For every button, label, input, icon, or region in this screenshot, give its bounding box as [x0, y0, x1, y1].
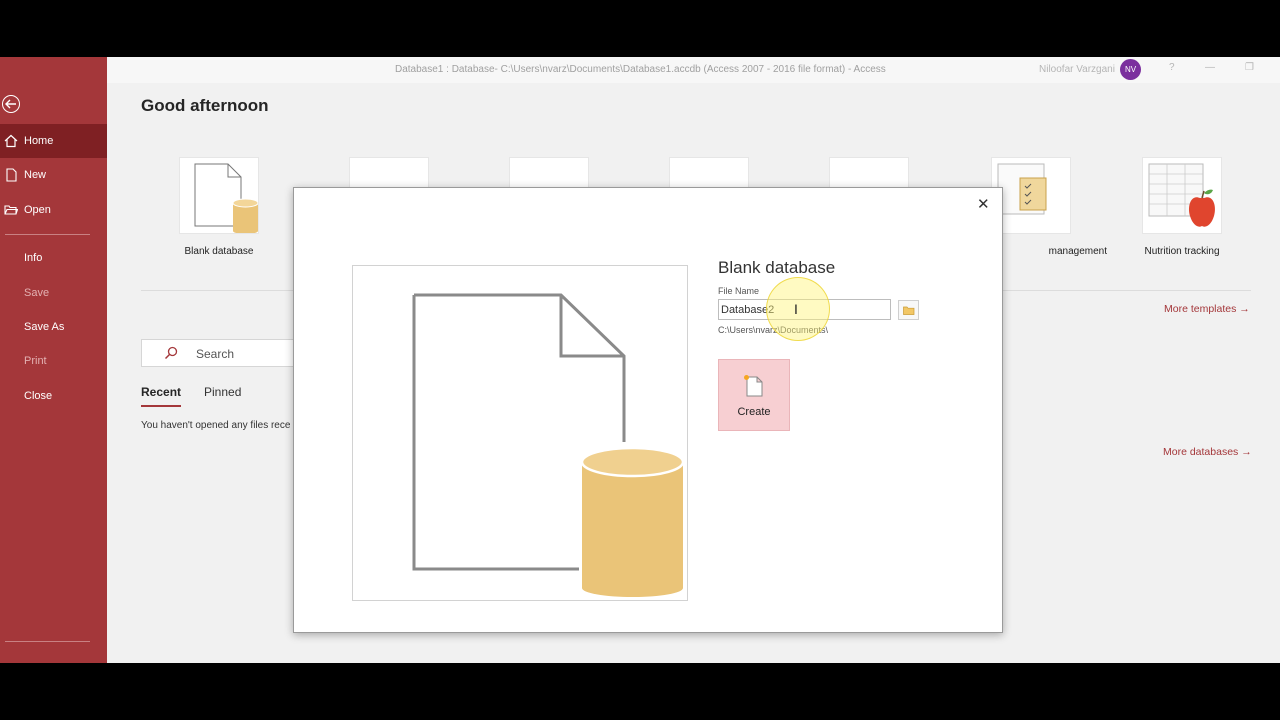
file-name-label: File Name	[718, 286, 760, 296]
nav-close-label: Close	[24, 390, 53, 402]
nav-save[interactable]: Save	[0, 276, 107, 310]
template-blank-database[interactable]: Blank database	[179, 157, 259, 257]
new-database-icon	[744, 375, 763, 397]
template-nutrition-tracking[interactable]: Nutrition tracking	[1142, 157, 1222, 257]
template-thumbnail	[179, 157, 259, 234]
search-input[interactable]: Search	[141, 339, 311, 367]
nav-save-as[interactable]: Save As	[0, 310, 107, 344]
folder-icon	[903, 306, 915, 315]
template-label: Blank database	[184, 246, 254, 257]
clipboard-icon	[997, 163, 1047, 215]
arrow-right-icon: →	[1241, 446, 1252, 458]
blank-database-dialog: ✕ Blank database File Name C:\Users\nvar…	[293, 187, 1003, 633]
dialog-title: Blank database	[718, 258, 836, 277]
more-templates-link[interactable]: More templates →	[1164, 303, 1250, 315]
new-file-icon	[6, 168, 17, 182]
nav-divider-bottom	[5, 641, 90, 642]
nav-open-label: Open	[24, 204, 51, 216]
search-placeholder: Search	[196, 347, 235, 361]
arrow-right-icon: →	[1239, 303, 1250, 315]
nav-new[interactable]: New	[0, 158, 107, 192]
browse-folder-button[interactable]	[898, 300, 919, 320]
title-bar: Database1 : Database- C:\Users\nvarz\Doc…	[107, 57, 1280, 83]
tab-recent[interactable]: Recent	[141, 385, 182, 407]
nav-info[interactable]: Info	[0, 241, 107, 275]
template-label: Nutrition tracking	[1144, 246, 1220, 257]
folder-open-icon	[4, 205, 18, 215]
nav-home[interactable]: Home	[0, 124, 107, 158]
minimize-icon[interactable]: —	[1205, 62, 1215, 73]
help-button[interactable]: ?	[1169, 62, 1175, 73]
nav-print[interactable]: Print	[0, 344, 107, 378]
home-icon	[4, 134, 18, 148]
template-thumbnail	[991, 157, 1071, 234]
blank-database-icon	[412, 293, 685, 597]
page-title: Good afternoon	[141, 96, 269, 115]
more-databases-link[interactable]: More databases →	[1163, 446, 1252, 458]
text-cursor-icon: I	[794, 301, 798, 317]
close-icon[interactable]: ✕	[977, 195, 990, 213]
nav-home-label: Home	[24, 135, 54, 147]
apple-icon	[1148, 163, 1215, 227]
create-button-label: Create	[737, 406, 771, 418]
nav-print-label: Print	[24, 355, 47, 367]
template-label: management	[1048, 246, 1107, 257]
avatar[interactable]: NV	[1120, 59, 1141, 80]
template-thumbnail	[1142, 157, 1222, 234]
tab-pinned[interactable]: Pinned	[204, 385, 241, 399]
create-button[interactable]: Create	[718, 359, 790, 431]
nav-open[interactable]: Open	[0, 193, 107, 227]
template-management[interactable]: management	[991, 157, 1107, 257]
nav-close[interactable]: Close	[0, 379, 107, 413]
restore-icon[interactable]: ❐	[1245, 62, 1254, 73]
nav-info-label: Info	[24, 252, 43, 264]
nav-save-label: Save	[24, 287, 50, 299]
backstage-nav: Home New Open Info Save Save As Print Cl…	[0, 57, 107, 663]
more-databases-label: More databases	[1163, 446, 1239, 458]
recent-empty-message: You haven't opened any files rece	[141, 420, 291, 431]
search-icon	[164, 346, 178, 360]
window-title: Database1 : Database- C:\Users\nvarz\Doc…	[395, 64, 886, 75]
more-templates-label: More templates	[1164, 303, 1237, 315]
nav-save-as-label: Save As	[24, 321, 65, 333]
nav-divider	[5, 234, 90, 235]
nav-new-label: New	[24, 169, 47, 181]
database-preview-image	[352, 265, 688, 601]
blank-database-icon	[194, 163, 259, 234]
cursor-highlight	[766, 277, 830, 341]
back-arrow-icon[interactable]	[2, 95, 20, 113]
user-name: Niloofar Varzgani	[1039, 64, 1115, 75]
